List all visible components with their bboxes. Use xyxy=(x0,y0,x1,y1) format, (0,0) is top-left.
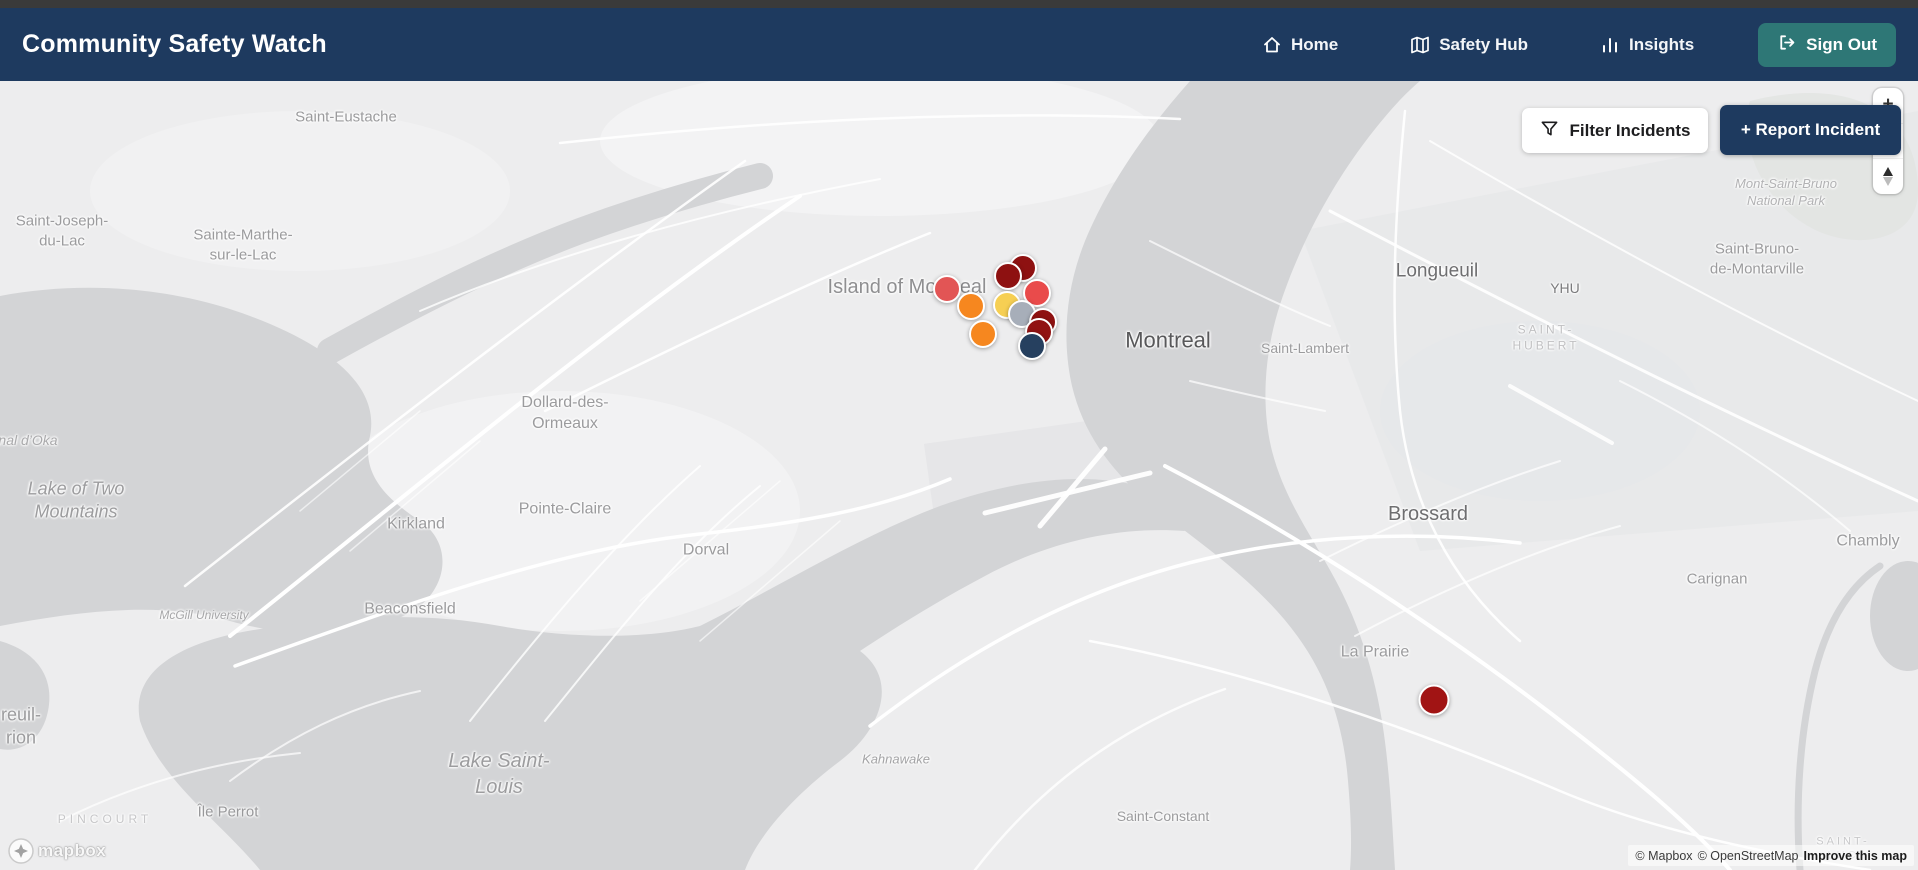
map-base-art xyxy=(0,81,1918,870)
nav-item-label: Home xyxy=(1290,34,1339,54)
bar-chart-icon xyxy=(1600,35,1620,55)
nav-item-label: Insights xyxy=(1629,34,1695,54)
mapbox-logo[interactable]: mapbox xyxy=(8,838,106,864)
map-canvas[interactable]: Saint-Eustache Saint-Joseph- du-Lac Sainte… xyxy=(0,81,1918,870)
window-top-strip xyxy=(0,0,1918,8)
map-icon xyxy=(1410,35,1430,55)
incident-marker[interactable] xyxy=(1018,332,1046,360)
app-title: Community Safety Watch xyxy=(22,30,327,58)
home-icon xyxy=(1262,35,1282,55)
nav-item-label: Safety Hub xyxy=(1439,34,1528,54)
incident-marker[interactable] xyxy=(933,275,961,303)
funnel-icon xyxy=(1540,119,1559,143)
app-header: Community Safety Watch Home Safety Hub Ins… xyxy=(0,8,1918,81)
mapbox-pinwheel-icon xyxy=(8,838,34,864)
incident-marker[interactable] xyxy=(994,262,1022,290)
mapbox-attribution-link[interactable]: © Mapbox xyxy=(1635,849,1692,863)
incident-marker[interactable] xyxy=(1418,684,1450,716)
incident-marker[interactable] xyxy=(969,320,997,348)
compass-needle-south-icon xyxy=(1883,177,1893,187)
sign-out-button[interactable]: Sign Out xyxy=(1758,22,1896,67)
report-incident-button[interactable]: + Report Incident xyxy=(1720,105,1901,155)
osm-attribution-link[interactable]: © OpenStreetMap xyxy=(1698,849,1799,863)
filter-incidents-button[interactable]: Filter Incidents xyxy=(1522,108,1708,153)
nav-item-home[interactable]: Home xyxy=(1256,34,1344,56)
compass-button[interactable] xyxy=(1873,159,1903,194)
filter-incidents-label: Filter Incidents xyxy=(1569,120,1691,140)
nav-item-safety-hub[interactable]: Safety Hub xyxy=(1404,34,1534,56)
report-incident-label: + Report Incident xyxy=(1740,120,1881,139)
map-attribution: © Mapbox © OpenStreetMap Improve this ma… xyxy=(1628,845,1914,866)
sign-out-label: Sign Out xyxy=(1806,34,1877,54)
improve-this-map-link[interactable]: Improve this map xyxy=(1804,849,1908,863)
mapbox-wordmark: mapbox xyxy=(38,841,107,860)
compass-needle-north-icon xyxy=(1883,167,1893,177)
main-nav: Home Safety Hub Insights xyxy=(1256,34,1700,56)
logout-icon xyxy=(1777,33,1796,57)
nav-item-insights[interactable]: Insights xyxy=(1594,34,1700,56)
incident-marker[interactable] xyxy=(957,292,985,320)
